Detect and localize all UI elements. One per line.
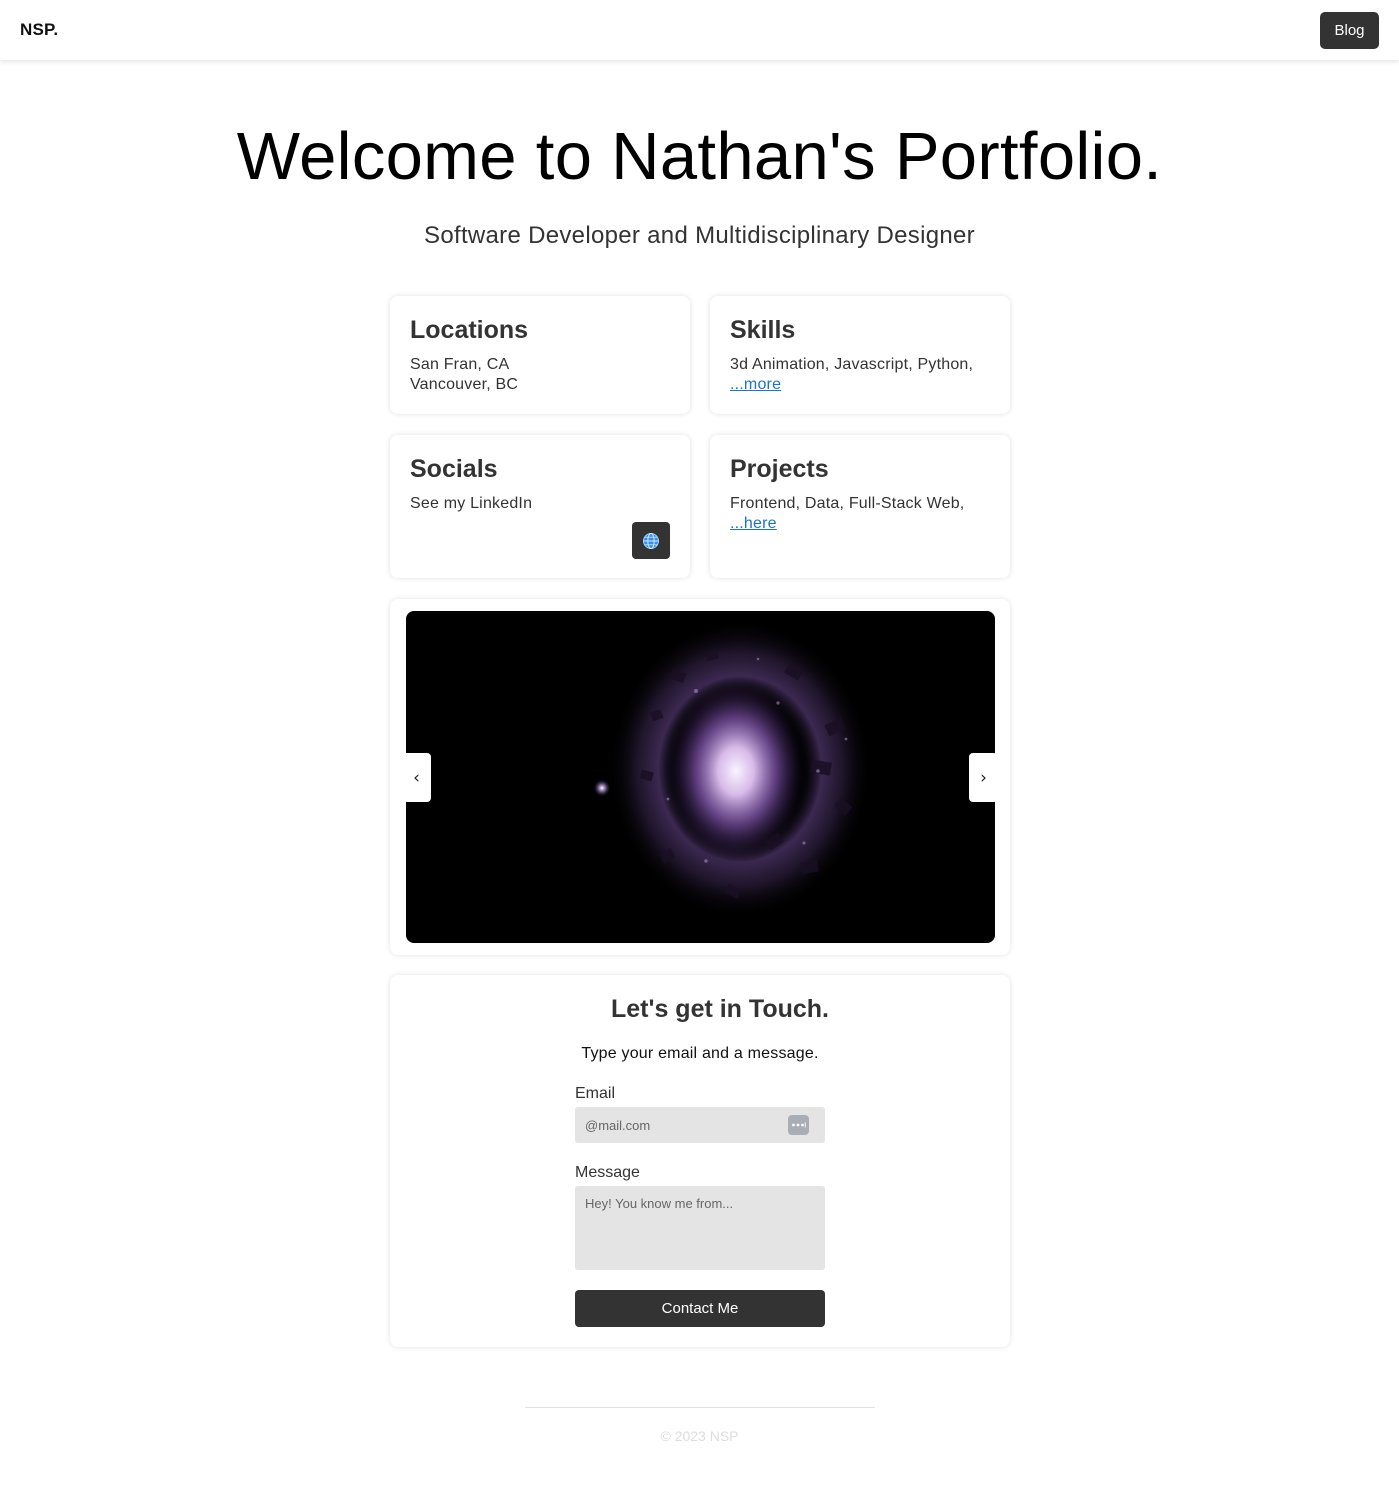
contact-card: Let's get in Touch. Type your email and … — [390, 975, 1010, 1347]
skills-title: Skills — [730, 316, 796, 344]
message-field[interactable] — [575, 1186, 825, 1270]
projects-title: Projects — [730, 455, 829, 483]
hero-title: Welcome to Nathan's Portfolio. — [236, 119, 1163, 194]
footer-divider — [525, 1407, 875, 1408]
linkedin-button[interactable] — [632, 522, 670, 559]
carousel-slide-image — [406, 611, 995, 943]
socials-text: See my LinkedIn — [410, 495, 533, 512]
location-item: Vancouver, BC — [410, 376, 519, 393]
locations-list: San Fran, CA Vancouver, BC — [410, 355, 518, 395]
locations-card: Locations San Fran, CA Vancouver, BC — [390, 296, 690, 414]
message-label: Message — [575, 1164, 640, 1181]
brand-logo[interactable]: NSP. — [20, 20, 58, 40]
projects-here-link[interactable]: ...here — [730, 515, 777, 532]
socials-title: Socials — [410, 455, 498, 483]
carousel-prev-button[interactable]: ‹ — [402, 753, 431, 802]
password-manager-icon[interactable] — [788, 1115, 809, 1135]
skills-text-block: 3d Animation, Javascript, Python, ...mor… — [730, 355, 973, 395]
contact-title: Let's get in Touch. — [611, 995, 829, 1023]
projects-text-block: Frontend, Data, Full-Stack Web, ...here — [730, 494, 964, 534]
carousel-card: ‹ › — [390, 599, 1010, 955]
projects-card: Projects Frontend, Data, Full-Stack Web,… — [710, 435, 1010, 578]
location-item: San Fran, CA — [410, 356, 510, 373]
dots-icon — [792, 1122, 806, 1128]
portal-render — [593, 619, 872, 919]
hero-subtitle: Software Developer and Multidisciplinary… — [424, 222, 975, 249]
email-label: Email — [575, 1085, 616, 1102]
skills-more-link[interactable]: ...more — [730, 376, 781, 393]
skills-card: Skills 3d Animation, Javascript, Python,… — [710, 296, 1010, 414]
socials-card: Socials See my LinkedIn — [390, 435, 690, 578]
top-navbar: NSP. Blog — [0, 0, 1399, 60]
contact-me-button[interactable]: Contact Me — [575, 1290, 825, 1327]
locations-title: Locations — [410, 316, 529, 344]
blog-button[interactable]: Blog — [1320, 12, 1379, 49]
projects-text: Frontend, Data, Full-Stack Web, — [730, 495, 965, 512]
carousel-next-button[interactable]: › — [969, 753, 998, 802]
contact-subtitle: Type your email and a message. — [581, 1045, 819, 1062]
globe-icon — [643, 532, 659, 549]
socials-text-block: See my LinkedIn — [410, 494, 532, 514]
footer-copyright: © 2023 NSP — [660, 1428, 739, 1444]
skills-text: 3d Animation, Javascript, Python, — [730, 356, 974, 373]
